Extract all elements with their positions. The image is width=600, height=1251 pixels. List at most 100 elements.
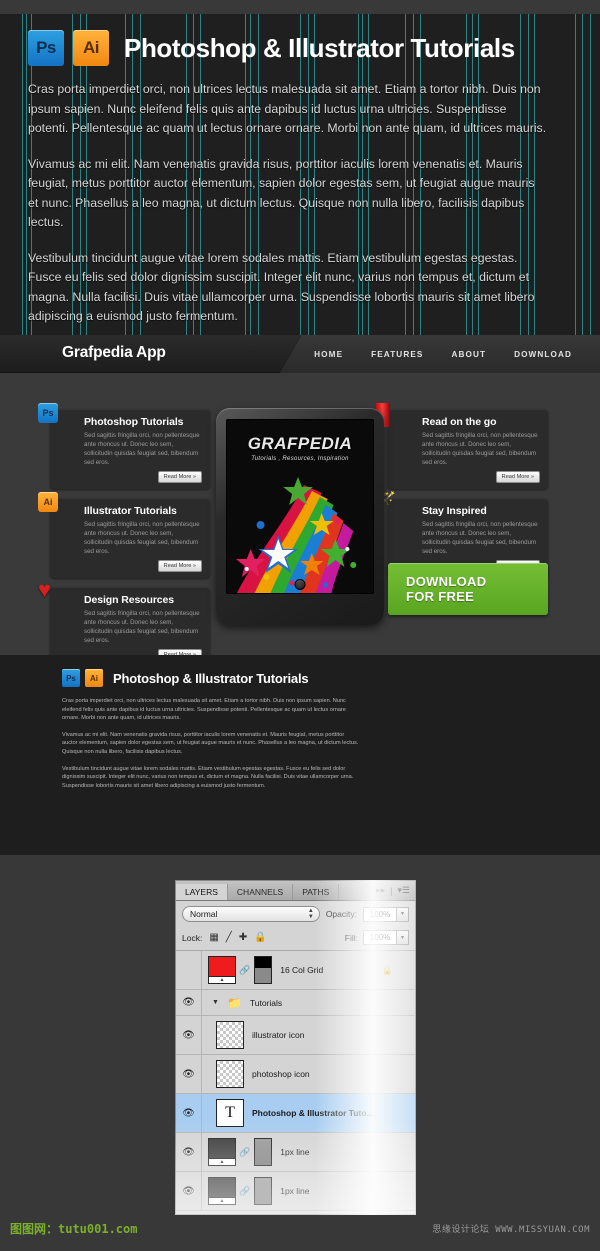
layer-mask-thumbnail[interactable] xyxy=(254,956,273,984)
illustrator-badge-icon: Ai xyxy=(38,492,64,518)
feature-card-text: Sed sagittis fringilla orci, non pellent… xyxy=(84,521,200,555)
mask-link-icon[interactable]: 🔗 xyxy=(239,965,250,976)
nav-item-about[interactable]: ABOUT xyxy=(451,350,486,359)
layer-name: 1px line xyxy=(280,1147,310,1157)
blend-mode-select[interactable]: Normal ▲ ▼ xyxy=(182,906,320,922)
gradient-bar: ▲ xyxy=(209,976,235,983)
brush-lock-icon[interactable]: ╱ xyxy=(226,932,232,943)
layer-thumbnail[interactable] xyxy=(216,1021,244,1049)
feature-card-title: Illustrator Tutorials xyxy=(84,505,177,517)
layer-visibility-toggle[interactable]: 👁 xyxy=(176,1055,202,1093)
panel-tab-icons: ▸▸ | ▾☰ xyxy=(376,885,410,896)
secondary-paragraph-3: Vestibulum tincidunt augue vitae lorem s… xyxy=(62,765,354,789)
feature-card-title: Stay Inspired xyxy=(422,505,487,517)
secondary-content-section: Ps Ai Photoshop & Illustrator Tutorials … xyxy=(0,655,600,855)
feature-card-read-on-the-go[interactable]: Read on the go Sed sagittis fringilla orc… xyxy=(376,403,548,489)
divider: | xyxy=(390,885,393,896)
hero-paragraph-3: Vestibulum tincidunt augue vitae lorem s… xyxy=(28,250,535,324)
brand-title: Grafpedia App xyxy=(62,344,166,361)
secondary-paragraph-1: Cras porta imperdiet orci, non ultrices … xyxy=(62,698,346,722)
photoshop-badge-icon: Ps xyxy=(38,403,64,429)
illustrator-badge-icon: Ai xyxy=(85,669,103,687)
layer-thumbnail[interactable]: ▲ xyxy=(208,1177,236,1205)
collapse-icon[interactable]: ▸▸ xyxy=(376,885,385,896)
panel-tab-layers[interactable]: LAYERS xyxy=(176,884,228,900)
layer-visibility-toggle[interactable]: 👁 xyxy=(176,1016,202,1054)
layer-row[interactable]: 👁 T Photoshop & Illustrator Tuto... xyxy=(176,1094,415,1133)
read-more-button[interactable]: Read More » xyxy=(157,560,202,572)
screen-brand-title: GRAFPEDIA xyxy=(247,434,353,453)
top-strip xyxy=(0,0,600,14)
feature-cards-right: Read on the go Sed sagittis fringilla orc… xyxy=(376,403,548,587)
secondary-body: Cras porta imperdiet orci, non ultrices … xyxy=(0,687,360,790)
fill-group: Fill: 100% ▼ xyxy=(345,930,409,945)
layer-visibility-toggle[interactable] xyxy=(176,951,202,989)
read-more-button[interactable]: Read More » xyxy=(157,471,202,483)
layer-visibility-toggle[interactable]: 👁 xyxy=(176,1133,202,1171)
layer-row[interactable]: 👁 ▼ 📁 Tutorials xyxy=(176,990,415,1016)
screen-subtitle: Tutorials , Resources, Inspiration xyxy=(251,456,349,462)
read-more-button[interactable]: Read More » xyxy=(495,471,540,483)
heart-icon: ♥ xyxy=(38,577,52,602)
opacity-label: Opacity: xyxy=(325,909,357,919)
panel-tabs: LAYERS CHANNELS PATHS ▸▸ | ▾☰ xyxy=(176,881,415,901)
layer-mask-thumbnail[interactable] xyxy=(254,1177,273,1205)
secondary-title: Photoshop & Illustrator Tutorials xyxy=(113,670,309,686)
layer-visibility-toggle[interactable]: 👁 xyxy=(176,1094,202,1132)
download-for-free-button[interactable]: DOWNLOAD FOR FREE xyxy=(388,563,548,615)
layer-row[interactable]: 👁 illustrator icon xyxy=(176,1016,415,1055)
layer-thumbnail[interactable] xyxy=(216,1060,244,1088)
layer-row[interactable]: ▲ 🔗 16 Col Grid 🔒 xyxy=(176,951,415,990)
page-root: Ps Ai Photoshop & Illustrator Tutorials … xyxy=(0,0,600,1251)
download-line-1: DOWNLOAD xyxy=(406,574,487,589)
layer-mask-thumbnail[interactable] xyxy=(254,1138,273,1166)
opacity-dropdown-arrow[interactable]: ▼ xyxy=(397,906,409,922)
nav-item-home[interactable]: HOME xyxy=(314,350,343,359)
mask-link-icon[interactable]: 🔗 xyxy=(239,1186,250,1197)
feature-card-text: Sed sagittis fringilla orci, non pellent… xyxy=(422,432,538,466)
layer-thumbnail[interactable]: ▲ xyxy=(208,956,236,984)
mask-link-icon[interactable]: 🔗 xyxy=(239,1147,250,1158)
fill-input[interactable]: 100% xyxy=(363,930,397,945)
layer-row[interactable]: 👁 ▲ 🔗 1px line xyxy=(176,1133,415,1172)
tablet-home-button[interactable] xyxy=(294,579,306,590)
all-lock-icon[interactable]: 🔒 xyxy=(254,932,266,943)
layer-visibility-toggle[interactable]: 👁 xyxy=(176,1172,202,1210)
layer-thumbnail[interactable]: ▲ xyxy=(208,1138,236,1166)
layer-thumbnail[interactable]: T xyxy=(216,1099,244,1127)
panel-tab-paths[interactable]: PATHS xyxy=(293,884,340,900)
layer-row[interactable]: 👁 photoshop icon xyxy=(176,1055,415,1094)
layer-visibility-toggle[interactable]: 👁 xyxy=(176,990,202,1015)
secondary-heading-row: Ps Ai Photoshop & Illustrator Tutorials xyxy=(0,655,600,687)
panel-menu-icon[interactable]: ▾☰ xyxy=(397,885,410,896)
feature-card-photoshop-tutorials[interactable]: Ps Photoshop Tutorials Sed sagittis fringi… xyxy=(38,403,210,489)
feature-card-title: Design Resources xyxy=(84,594,175,606)
tablet-device: GRAFPEDIA Tutorials , Resources, Inspira… xyxy=(216,408,384,625)
opacity-field-wrap: 100% ▼ xyxy=(363,906,409,922)
move-lock-icon[interactable]: ✚ xyxy=(239,932,247,943)
layer-name: Photoshop & Illustrator Tuto... xyxy=(252,1108,374,1118)
layer-lock-icon: 🔒 xyxy=(381,964,393,975)
feature-card-text: Sed sagittis fringilla orci, non pellent… xyxy=(422,521,538,555)
stepper-icon[interactable]: ▲ ▼ xyxy=(308,908,314,920)
fill-label: Fill: xyxy=(344,932,358,943)
opacity-input[interactable]: 100% xyxy=(363,906,397,922)
layer-list: ▲ 🔗 16 Col Grid 🔒 👁 ▼ 📁 Tutorials 👁 illustrator i… xyxy=(176,951,415,1211)
photoshop-badge-icon: Ps xyxy=(62,669,80,687)
nav-menu: HOME FEATURES ABOUT DOWNLOAD xyxy=(314,335,572,373)
transparency-lock-icon[interactable]: ▦ xyxy=(209,932,218,943)
feature-card-text: Sed sagittis fringilla orci, non pellent… xyxy=(84,610,200,644)
fill-dropdown-arrow[interactable]: ▼ xyxy=(397,930,409,945)
panel-tab-channels[interactable]: CHANNELS xyxy=(228,884,294,900)
feature-card-illustrator-tutorials[interactable]: Ai Illustrator Tutorials Sed sagittis frin… xyxy=(38,492,210,578)
folder-icon: 📁 xyxy=(226,995,242,1010)
photoshop-layers-panel: LAYERS CHANNELS PATHS ▸▸ | ▾☰ Normal ▲ ▼ Op… xyxy=(175,880,416,1215)
tablet-screen: GRAFPEDIA Tutorials , Resources, Inspira… xyxy=(226,419,374,594)
secondary-paragraph-2: Vivamus ac mi elit. Nam venenatis gravid… xyxy=(62,731,359,755)
layer-row[interactable]: 👁 ▲ 🔗 1px line xyxy=(176,1172,415,1211)
group-expand-icon[interactable]: ▼ xyxy=(212,999,219,1006)
nav-item-features[interactable]: FEATURES xyxy=(371,350,423,359)
layer-name: illustrator icon xyxy=(252,1030,305,1040)
feature-card-title: Read on the go xyxy=(422,416,497,428)
nav-item-download[interactable]: DOWNLOAD xyxy=(514,350,572,359)
